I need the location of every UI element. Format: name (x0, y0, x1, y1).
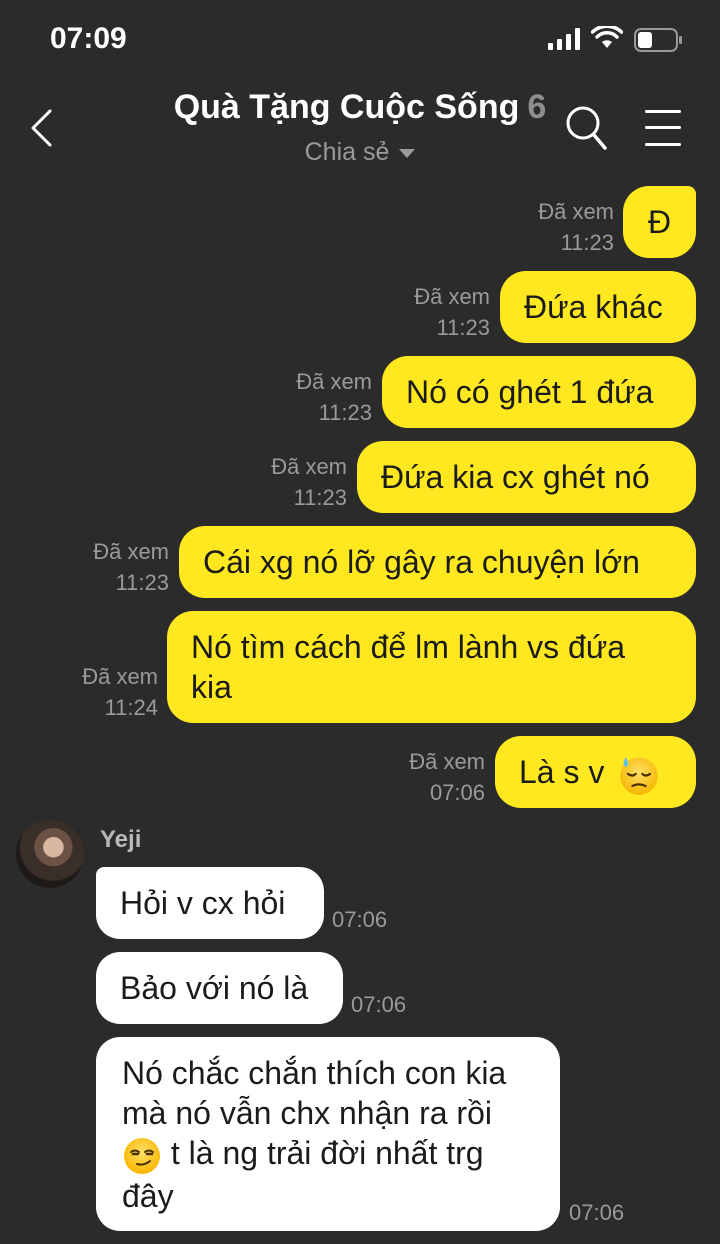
share-dropdown[interactable]: Chia sẻ (0, 138, 720, 167)
message-bubble-outgoing[interactable]: Cái xg nó lỡ gây ra chuyện lớn (179, 526, 696, 598)
message-bubble-outgoing[interactable]: Nó tìm cách để lm lành vs đứa kia (167, 611, 696, 723)
message-bubble-outgoing[interactable]: Đứa kia cx ghét nó (357, 441, 696, 513)
message-time: 11:23 (318, 400, 372, 425)
member-count: 6 (527, 88, 547, 126)
seen-status: Đã xem (82, 664, 158, 689)
message-time: 07:06 (351, 992, 407, 1017)
message-meta: Đã xem 11:23 (470, 196, 614, 258)
seen-status: Đã xem (93, 539, 169, 564)
caret-down-icon (399, 148, 416, 158)
message-meta: Đã xem 11:23 (25, 536, 169, 598)
seen-status: Đã xem (409, 749, 485, 774)
message-bubble-incoming[interactable]: Bảo với nó là (96, 952, 343, 1024)
wifi-icon (591, 26, 623, 48)
avatar[interactable] (16, 820, 84, 888)
message-time: 11:23 (436, 315, 490, 340)
chat-title: Quà Tặng Cuộc Sống (173, 88, 520, 126)
message-time: 11:23 (560, 230, 614, 255)
message-time: 07:06 (569, 1200, 625, 1225)
message-time: 11:23 (293, 485, 347, 510)
message-meta: Đã xem 11:23 (346, 281, 490, 343)
smirking-face-icon (124, 1137, 160, 1174)
message-bubble-outgoing[interactable]: Đứa khác (500, 271, 696, 343)
message-bubble-incoming[interactable]: Nó chắc chắn thích con kia mà nó vẫn chx… (96, 1037, 560, 1231)
message-meta: Đã xem 07:06 (341, 746, 485, 808)
sender-name: Yeji (100, 826, 142, 853)
message-text: t là ng trải đời nhất trg đây (122, 1135, 484, 1214)
seen-status: Đã xem (271, 454, 347, 479)
message-bubble-outgoing[interactable]: Là s v (495, 736, 696, 808)
message-bubble-incoming[interactable]: Hỏi v cx hỏi (96, 867, 324, 939)
menu-icon[interactable] (644, 108, 682, 148)
message-time: 11:24 (104, 695, 158, 720)
message-time: 07:06 (332, 907, 388, 932)
message-time: 07:06 (429, 780, 485, 805)
message-time: 11:23 (115, 570, 169, 595)
message-bubble-outgoing[interactable]: Nó có ghét 1 đứa (382, 356, 696, 428)
battery-icon (634, 28, 682, 52)
search-icon[interactable] (564, 104, 608, 152)
seen-status: Đã xem (296, 369, 372, 394)
seen-status: Đã xem (414, 284, 490, 309)
message-meta: Đã xem 11:24 (14, 661, 158, 723)
chat-header[interactable]: Quà Tặng Cuộc Sống 6 (0, 88, 720, 127)
message-text: Là s v (519, 754, 605, 790)
message-meta: Đã xem 11:23 (203, 451, 347, 513)
message-meta: Đã xem 11:23 (228, 366, 372, 428)
downcast-sweat-face-icon (620, 756, 658, 795)
seen-status: Đã xem (538, 199, 614, 224)
status-time: 07:09 (50, 22, 127, 55)
message-bubble-outgoing[interactable]: Đ (623, 186, 696, 258)
chat-subtitle: Chia sẻ (304, 138, 390, 166)
cellular-signal-icon (548, 28, 580, 50)
message-text: Nó chắc chắn thích con kia mà nó vẫn chx… (122, 1055, 507, 1131)
